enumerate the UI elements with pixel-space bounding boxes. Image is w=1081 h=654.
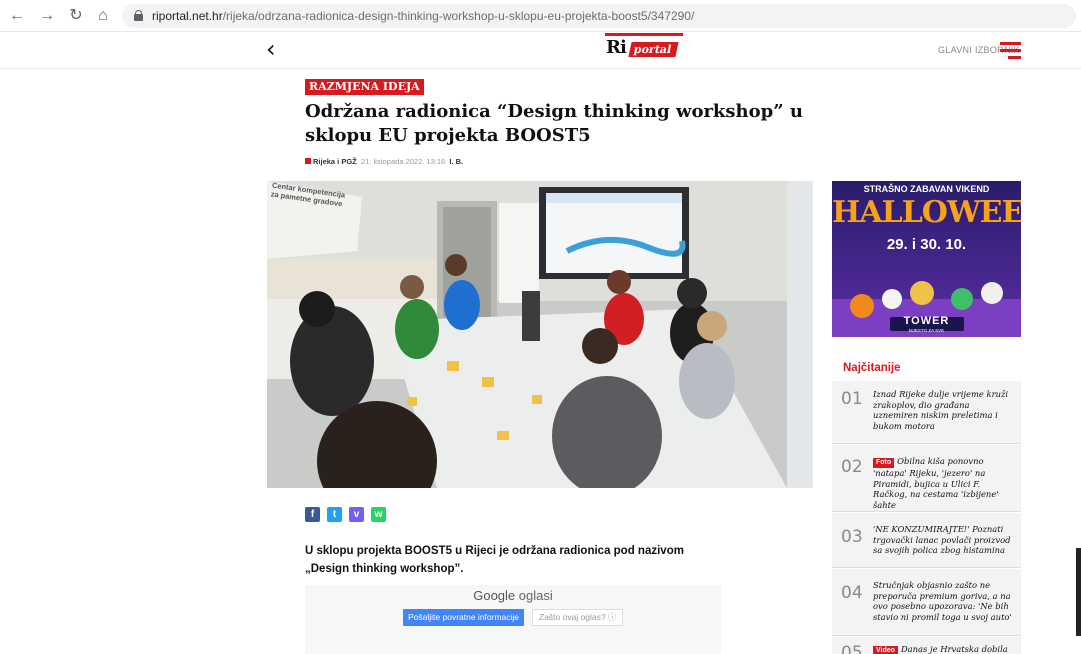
back-chevron-icon[interactable]: ‹ [266, 35, 276, 63]
category-square-icon [305, 158, 311, 164]
article-meta: Rijeka i PGŽ 21. listopada 2022. 13:16 I… [305, 157, 463, 166]
article-author: I. B. [449, 157, 464, 166]
most-read-text-wrap: Foto Obilna kiša ponovno 'natapa' Rijeku,… [873, 456, 1013, 510]
url-host: riportal.net.hr [152, 9, 223, 23]
article-date: 21. listopada 2022. 13:16 [360, 157, 446, 166]
article-photo: Centar kompetencija za pametne gradove [267, 181, 813, 488]
most-read-item[interactable]: 05 Video Danas je Hrvatska dobila [832, 637, 1021, 654]
banner-brand-sub: MJESTO ZA SVE [908, 328, 945, 333]
banner-brand: TOWER [903, 315, 950, 327]
most-read-item[interactable]: 04 Stručnjak objasnio zašto ne preporuča… [832, 569, 1021, 636]
most-read-text: 'NE KONZUMIRAJTE!' Poznati trgovački lan… [873, 524, 1011, 555]
category-tag[interactable]: RAZMJENA IDEJA [305, 79, 424, 95]
logo-ri: Ri [606, 37, 627, 58]
send-feedback-button[interactable]: Pošaljite povratne informacije [403, 609, 525, 626]
most-read-number: 02 [841, 457, 863, 477]
reload-icon[interactable]: ↻ [66, 6, 86, 26]
google-word: Google [473, 588, 516, 603]
why-this-ad-button[interactable]: Zašto ovaj oglas? ⓘ [532, 609, 624, 626]
home-icon[interactable]: ⌂ [93, 6, 113, 26]
article-lead: U sklopu projekta BOOST5 u Rijeci je odr… [305, 545, 684, 575]
whatsapp-share-icon[interactable]: w [371, 507, 386, 522]
ads-word: oglasi [518, 588, 553, 603]
most-read-text-wrap: Video Danas je Hrvatska dobila [873, 644, 1013, 654]
twitter-share-icon[interactable]: t [327, 507, 342, 522]
banner-top-text: STRAŠNO ZABAVAN VIKEND [863, 184, 990, 194]
browser-forward-icon[interactable]: → [37, 6, 57, 26]
most-read-text: Iznad Rijeke dulje vrijeme kruži zrakopl… [873, 389, 1009, 431]
browser-back-icon[interactable]: ← [7, 6, 27, 26]
facebook-share-icon[interactable]: f [305, 507, 320, 522]
halloween-banner-ad[interactable]: STRAŠNO ZABAVAN VIKEND HALLOWEEN 29. i 3… [832, 181, 1021, 337]
most-read-item[interactable]: 02 Foto Obilna kiša ponovno 'natapa' Rije… [832, 445, 1021, 512]
video-badge: Video [873, 646, 898, 654]
article-title: Održana radionica “Design thinking works… [305, 101, 803, 146]
viber-share-icon[interactable]: v [349, 507, 364, 522]
most-read-text: Danas je Hrvatska dobila [900, 644, 1008, 654]
most-read-item[interactable]: 01 Iznad Rijeke dulje vrijeme kruži zrak… [832, 381, 1021, 444]
most-read-number: 05 [841, 643, 863, 654]
foto-badge: Foto [873, 458, 895, 468]
logo-portal: portal [628, 42, 679, 57]
page-edge-strip [1076, 548, 1081, 636]
most-read-number: 03 [841, 527, 863, 547]
article-category[interactable]: Rijeka i PGŽ [313, 157, 357, 166]
address-bar[interactable]: riportal.net.hr/rijeka/odrzana-radionica… [122, 4, 1076, 28]
google-ad-box: Google oglasi Pošaljite povratne informa… [305, 585, 721, 654]
most-read-text: Stručnjak objasnio zašto ne preporuča pr… [873, 580, 1012, 622]
site-header: ‹ Ri portal GLAVNI IZBORNIK [0, 33, 1081, 69]
most-read-item[interactable]: 03 'NE KONZUMIRAJTE!' Poznati trgovački … [832, 513, 1021, 568]
banner-dates: 29. i 30. 10. [886, 236, 967, 253]
banner-title: HALLOWEEN [832, 195, 1021, 230]
browser-toolbar: ← → ↻ ⌂ riportal.net.hr/rijeka/odrzana-r… [0, 0, 1081, 32]
hamburger-menu-icon[interactable] [1000, 42, 1021, 59]
google-ads-label: Google oglasi [305, 588, 721, 603]
most-read-number: 01 [841, 389, 863, 409]
most-read-number: 04 [841, 583, 863, 603]
lock-icon [134, 10, 143, 21]
logo-bar [605, 33, 683, 36]
url-text[interactable]: riportal.net.hr/rijeka/odrzana-radionica… [152, 9, 694, 23]
url-path: /rijeka/odrzana-radionica-design-thinkin… [222, 9, 695, 23]
most-read-title: Najčitanije [843, 362, 901, 374]
site-logo[interactable]: Ri portal [605, 33, 683, 63]
